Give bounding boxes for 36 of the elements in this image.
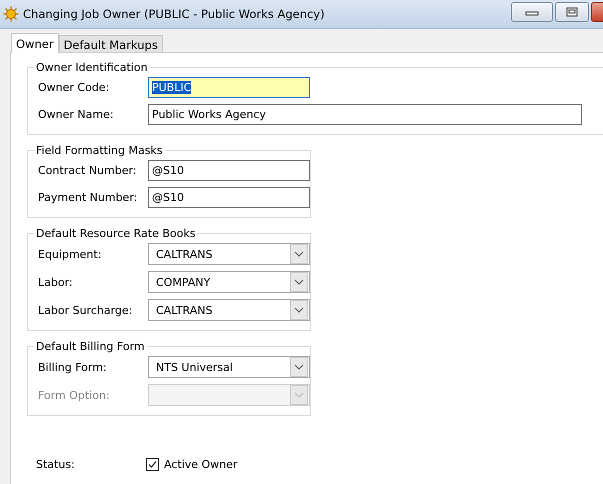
input-field[interactable]: @S10 <box>148 160 310 181</box>
sun-icon <box>3 6 19 22</box>
tab[interactable]: Default Markups <box>58 35 163 52</box>
dropdown[interactable]: COMPANY <box>148 271 310 293</box>
maximize-icon <box>565 7 579 17</box>
field-label: Form Option: <box>38 388 111 402</box>
field-label: Payment Number: <box>38 191 138 204</box>
dropdown[interactable]: CALTRANS <box>148 299 310 321</box>
group-title: Default Billing Form <box>35 340 146 353</box>
maximize-button[interactable] <box>555 2 589 22</box>
field-label: Equipment: <box>38 248 102 260</box>
chevron-down-icon <box>290 385 308 405</box>
window-title: Changing Job Owner (PUBLIC - Public Works Agency) <box>23 7 326 21</box>
group-title: Default Resource Rate Books <box>35 227 196 240</box>
field-label: Labor: <box>38 276 74 288</box>
minimize-button[interactable] <box>511 2 553 22</box>
chevron-down-icon <box>290 244 308 264</box>
chevron-down-icon <box>290 272 308 292</box>
input-field[interactable]: @S10 <box>148 187 310 208</box>
chevron-down-icon <box>290 357 308 377</box>
dropdown[interactable]: CALTRANS <box>148 243 310 265</box>
field-label: Status: <box>36 458 76 471</box>
dropdown[interactable]: NTS Universal <box>148 356 310 378</box>
input-field[interactable]: PUBLIC <box>148 77 310 98</box>
checkbox-label[interactable]: Active Owner <box>164 458 238 471</box>
field-label: Billing Form: <box>38 360 108 374</box>
field-label: Labor Surcharge: <box>38 304 134 316</box>
group-title: Owner Identification <box>35 61 149 74</box>
checkbox[interactable] <box>146 458 159 471</box>
field-label: Owner Code: <box>38 81 110 94</box>
input-field[interactable]: Public Works Agency <box>148 104 582 125</box>
group-title: Field Formatting Masks <box>35 144 164 157</box>
field-label: Owner Name: <box>38 108 115 121</box>
field-label: Contract Number: <box>38 164 138 177</box>
tab[interactable]: Owner <box>11 33 59 53</box>
chevron-down-icon <box>290 300 308 320</box>
